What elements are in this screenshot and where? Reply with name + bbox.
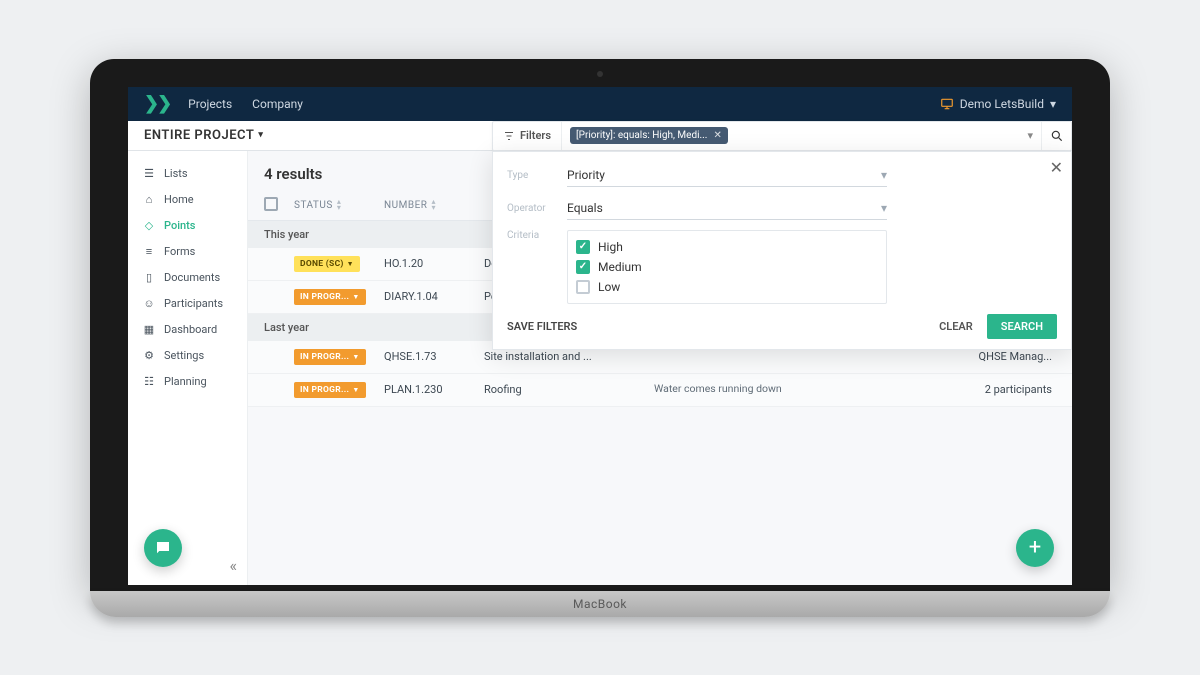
chevron-down-icon: ▼ (347, 260, 354, 268)
filter-toolbar: Filters [Priority]: equals: High, Medi..… (492, 121, 1072, 151)
status-badge[interactable]: IN PROGR...▼ (294, 289, 366, 305)
sidebar: ☰ Lists ⌂ Home ◇ Points ≡ Forms (128, 151, 248, 585)
sidebar-item-settings[interactable]: ⚙ Settings (128, 343, 247, 369)
checkbox-unchecked-icon[interactable] (576, 280, 590, 294)
chevron-down-icon: ▾ (1050, 97, 1056, 111)
filter-criteria-label: Criteria (507, 230, 567, 241)
clear-filters-button[interactable]: CLEAR (939, 320, 973, 333)
criteria-medium[interactable]: ✓ Medium (576, 257, 878, 277)
search-icon (1050, 129, 1064, 143)
top-navbar: ❯❯ Projects Company Demo LetsBuild ▾ (128, 87, 1072, 121)
list-icon: ☰ (142, 167, 156, 181)
gear-icon: ⚙ (142, 349, 156, 363)
nav-projects[interactable]: Projects (188, 97, 232, 111)
sort-icon: ▴▾ (431, 199, 436, 210)
status-badge[interactable]: DONE (SC)▼ (294, 256, 360, 272)
checkbox-checked-icon[interactable]: ✓ (576, 260, 590, 274)
home-icon: ⌂ (142, 193, 156, 207)
sidebar-item-forms[interactable]: ≡ Forms (128, 239, 247, 265)
chevron-down-icon: ▼ (352, 293, 359, 301)
checkbox-checked-icon[interactable]: ✓ (576, 240, 590, 254)
select-all-checkbox[interactable] (264, 197, 278, 211)
filter-chip-priority[interactable]: [Priority]: equals: High, Medi... ✕ (570, 127, 728, 144)
save-filters-button[interactable]: SAVE FILTERS (507, 320, 577, 333)
participants-icon: ☺ (142, 297, 156, 311)
laptop-mockup: ❯❯ Projects Company Demo LetsBuild ▾ ENT… (90, 59, 1110, 617)
search-button[interactable] (1041, 122, 1071, 150)
nav-company[interactable]: Company (252, 97, 303, 111)
chip-remove-icon[interactable]: ✕ (713, 130, 721, 141)
chevron-down-icon: ▾ (258, 130, 263, 140)
close-icon[interactable]: ✕ (1050, 158, 1063, 177)
criteria-low[interactable]: Low (576, 277, 878, 297)
filter-panel: ✕ Type Priority ▾ Operator Equals ▾ (492, 151, 1072, 350)
sidebar-collapse-button[interactable]: « (229, 556, 237, 575)
sidebar-item-points[interactable]: ◇ Points (128, 213, 247, 239)
sidebar-item-dashboard[interactable]: ▦ Dashboard (128, 317, 247, 343)
monitor-icon (940, 97, 954, 111)
chat-widget-button[interactable] (144, 529, 182, 567)
filter-icon (503, 130, 515, 142)
apply-search-button[interactable]: SEARCH (987, 314, 1057, 339)
filters-button[interactable]: Filters (493, 122, 562, 150)
dashboard-icon: ▦ (142, 323, 156, 337)
sidebar-item-documents[interactable]: ▯ Documents (128, 265, 247, 291)
chevron-down-icon: ▾ (881, 201, 887, 215)
sort-icon: ▴▾ (337, 199, 342, 210)
criteria-high[interactable]: ✓ High (576, 237, 878, 257)
results-count: 4 results (264, 165, 322, 183)
th-status[interactable]: STATUS ▴▾ (294, 199, 384, 210)
plus-icon: + (1029, 535, 1041, 560)
chevron-down-icon: ▾ (881, 168, 887, 182)
planning-icon: ☷ (142, 375, 156, 389)
status-badge[interactable]: IN PROGR...▼ (294, 382, 366, 398)
chat-icon (154, 539, 172, 557)
laptop-label: MacBook (573, 597, 627, 611)
filter-criteria-box: ✓ High ✓ Medium Low (567, 230, 887, 304)
chevron-down-icon: ▼ (352, 386, 359, 394)
add-fab-button[interactable]: + (1016, 529, 1054, 567)
filter-type-select[interactable]: Priority ▾ (567, 164, 887, 187)
points-icon: ◇ (142, 219, 156, 233)
sidebar-item-lists[interactable]: ☰ Lists (128, 161, 247, 187)
nav-user-menu[interactable]: Demo LetsBuild ▾ (940, 97, 1056, 111)
logo-icon: ❯❯ (144, 93, 170, 114)
filter-type-label: Type (507, 170, 567, 181)
document-icon: ▯ (142, 271, 156, 285)
sidebar-item-planning[interactable]: ☷ Planning (128, 369, 247, 395)
filter-dropdown-toggle[interactable]: ▾ (1019, 129, 1041, 142)
sidebar-item-home[interactable]: ⌂ Home (128, 187, 247, 213)
filter-operator-select[interactable]: Equals ▾ (567, 197, 887, 220)
app-screen: ❯❯ Projects Company Demo LetsBuild ▾ ENT… (128, 87, 1072, 585)
filter-operator-label: Operator (507, 203, 567, 214)
chevron-down-icon: ▼ (352, 353, 359, 361)
table-row[interactable]: IN PROGR...▼ PLAN.1.230 Roofing Water co… (248, 374, 1072, 407)
sidebar-item-participants[interactable]: ☺ Participants (128, 291, 247, 317)
forms-icon: ≡ (142, 245, 156, 259)
project-selector[interactable]: ENTIRE PROJECT ▾ (144, 128, 263, 143)
status-badge[interactable]: IN PROGR...▼ (294, 349, 366, 365)
th-number[interactable]: NUMBER ▴▾ (384, 199, 484, 210)
